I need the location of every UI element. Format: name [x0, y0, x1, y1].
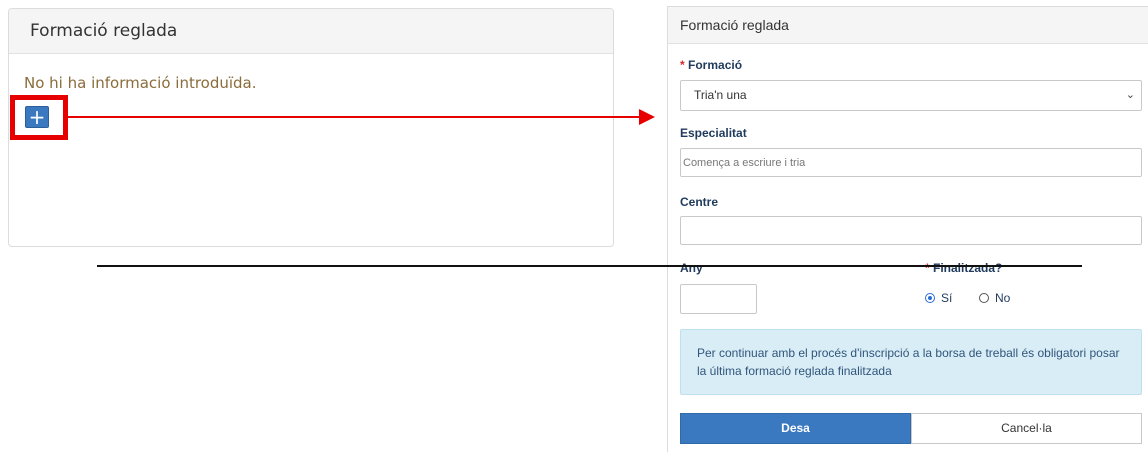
especialitat-label: Especialitat: [680, 126, 747, 140]
any-input[interactable]: [680, 284, 757, 314]
annotation-arrow-line: [68, 116, 641, 118]
centre-input[interactable]: [680, 216, 1142, 245]
radio-unselected-icon[interactable]: [979, 293, 989, 303]
required-mark: *: [925, 261, 930, 275]
chevron-down-icon: ⌄: [1125, 89, 1135, 101]
cancel-button[interactable]: Cancel·la: [911, 413, 1142, 444]
especialitat-input[interactable]: Comença a escriure i tria: [680, 148, 1142, 177]
radio-no-label: No: [995, 291, 1011, 305]
add-training-button[interactable]: +: [25, 106, 49, 128]
formacio-selected-value: Tria'n una: [694, 88, 747, 102]
annotation-black-line: [97, 265, 1082, 267]
finalitzada-no-option[interactable]: No: [979, 291, 1010, 305]
radio-yes-label: Sí: [941, 291, 953, 305]
centre-label: Centre: [680, 195, 719, 209]
form-title: Formació reglada: [668, 7, 1148, 44]
especialitat-placeholder: Comença a escriure i tria: [683, 157, 806, 169]
arrow-right-icon: [639, 109, 655, 125]
any-label: Any: [680, 261, 703, 275]
formacio-select[interactable]: Tria'n una ⌄: [680, 80, 1142, 111]
empty-message: No hi ha informació introduïda.: [24, 74, 257, 92]
card-title: Formació reglada: [9, 9, 613, 54]
finalitzada-yes-option[interactable]: Sí: [925, 291, 952, 305]
training-card: Formació reglada No hi ha informació int…: [8, 8, 614, 247]
info-alert: Per continuar amb el procés d'inscripció…: [680, 329, 1142, 395]
formacio-label: * Formació: [680, 58, 743, 72]
required-mark: *: [680, 58, 685, 72]
finalitzada-label: * Finalitzada?: [925, 261, 1003, 275]
radio-selected-icon[interactable]: [925, 293, 935, 303]
save-button[interactable]: Desa: [680, 413, 911, 444]
